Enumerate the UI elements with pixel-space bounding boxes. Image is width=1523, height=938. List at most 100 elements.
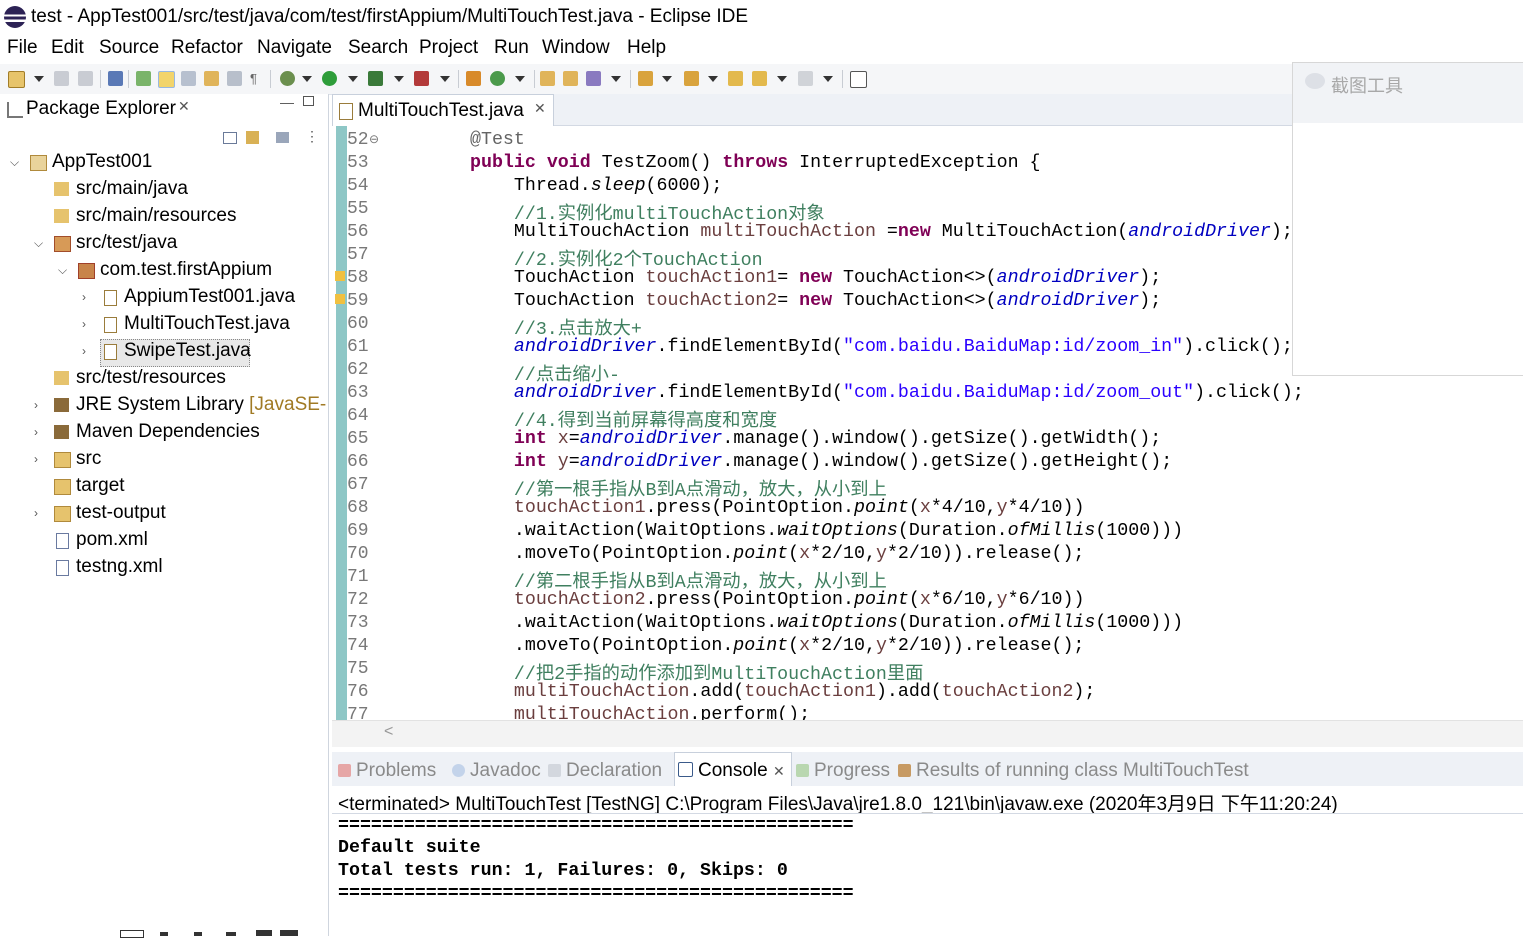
last-edit-location-icon[interactable] [728,71,743,86]
overview-ruler [336,126,347,720]
tree-node-src-main-java[interactable]: src/main/java [0,177,326,203]
new-class-icon[interactable] [490,71,505,86]
word-wrap-icon[interactable] [204,71,219,86]
tab-javadoc[interactable]: Javadoc [452,760,541,782]
new-class-dropdown-icon[interactable] [515,76,525,82]
warning-icon[interactable] [335,271,345,281]
tree-node-testng-xml[interactable]: testng.xml [0,555,326,581]
link-with-editor-icon[interactable] [246,131,259,144]
menu-source[interactable]: Source [99,37,159,59]
run-dropdown-icon[interactable] [348,76,358,82]
block-selection-icon[interactable] [181,71,196,86]
maximize-icon[interactable] [303,96,314,106]
new-icon[interactable] [8,71,25,88]
menu-project[interactable]: Project [419,37,478,59]
tab-problems[interactable]: Problems [338,760,436,782]
menu-refactor[interactable]: Refactor [171,37,243,59]
debug-last-icon[interactable] [108,71,123,86]
back-icon[interactable] [752,71,767,86]
tree-node-appiumtest001[interactable]: › AppiumTest001.java [0,285,326,311]
coverage-dropdown-icon[interactable] [394,76,404,82]
tree-node-multitouchtest[interactable]: › MultiTouchTest.java [0,312,326,338]
line-number: 59 [347,291,369,311]
tab-declaration[interactable]: Declaration [548,760,662,782]
fold-icon[interactable]: ⊖ [369,132,379,146]
tree-node-test-output[interactable]: › test-output [0,501,326,527]
scroll-left-icon[interactable]: < [384,723,393,741]
prev-annotation-dropdown-icon[interactable] [708,76,718,82]
problems-icon [338,764,351,777]
toggle-highlight-icon[interactable] [158,71,175,88]
close-icon[interactable]: ✕ [534,100,546,117]
debug-icon[interactable] [280,71,295,86]
filters-icon[interactable] [276,132,289,143]
menu-edit[interactable]: Edit [51,37,84,59]
view-menu-icon[interactable]: ⋮ [305,128,319,145]
save-icon[interactable] [54,71,69,86]
tree-node-package[interactable]: ⌵ com.test.firstAppium [0,258,326,284]
external-tools-dropdown-icon[interactable] [440,76,450,82]
tree-node-swipetest[interactable]: › SwipeTest.java [0,339,326,367]
forward-icon[interactable] [798,71,813,86]
menu-file[interactable]: File [7,37,38,59]
open-task-icon[interactable] [563,71,578,86]
search-dropdown-icon[interactable] [611,76,621,82]
close-icon[interactable]: ✕ [773,763,785,779]
close-icon[interactable]: ✕ [178,98,190,115]
external-tools-icon[interactable] [414,71,429,86]
menu-run[interactable]: Run [494,37,529,59]
console-line: Total tests run: 1, Failures: 0, Skips: … [338,861,788,881]
coverage-icon[interactable] [368,71,383,86]
line-number: 53 [347,153,369,173]
console-view[interactable]: <terminated> MultiTouchTest [TestNG] C:\… [332,786,1523,936]
mark-occurrences-icon[interactable] [136,71,151,86]
collapse-all-icon[interactable] [223,132,237,144]
run-icon[interactable] [322,71,337,86]
minimize-icon[interactable]: — [280,94,294,110]
pilcrow-icon[interactable]: ¶ [250,71,265,86]
back-dropdown-icon[interactable] [777,76,787,82]
tree-node-project[interactable]: ⌵ AppTest001 [0,150,326,176]
new-dropdown-icon[interactable] [34,76,44,82]
editor-tab-multitouchtest[interactable]: MultiTouchTest.java ✕ [332,94,554,126]
menu-help[interactable]: Help [627,37,666,59]
window-title: test - AppTest001/src/test/java/com/test… [31,6,748,27]
next-annotation-dropdown-icon[interactable] [662,76,672,82]
tree-node-maven-dependencies[interactable]: › Maven Dependencies [0,420,326,446]
tab-console[interactable]: Console ✕ [678,760,785,782]
tree-node-src-main-resources[interactable]: src/main/resources [0,204,326,230]
code-line: touchAction1.press(PointOption.point(x*4… [513,498,1085,518]
pin-editor-icon[interactable] [850,71,867,88]
at-icon [452,764,465,777]
warning-icon[interactable] [335,294,345,304]
tree-node-src-test-java[interactable]: ⌵ src/test/java [0,231,326,257]
search-icon[interactable] [586,71,601,86]
tab-progress[interactable]: Progress [796,760,890,782]
menu-window[interactable]: Window [542,37,610,59]
prev-annotation-icon[interactable] [684,71,699,86]
debug-dropdown-icon[interactable] [302,76,312,82]
new-java-project-icon[interactable] [466,71,481,86]
line-number: 68 [347,498,369,518]
tree-node-src[interactable]: › src [0,447,326,473]
tree-node-jre-library[interactable]: › JRE System Library [JavaSE-1. [0,393,326,419]
tree-node-src-test-resources[interactable]: src/test/resources [0,366,326,392]
line-number: 57 [347,245,369,265]
menu-navigate[interactable]: Navigate [257,37,332,59]
code-line: androidDriver.findElementById("com.baidu… [513,383,1304,403]
next-annotation-icon[interactable] [638,71,653,86]
tree-node-target[interactable]: target [0,474,326,500]
package-icon [78,263,95,279]
open-type-icon[interactable] [540,71,555,86]
code-line: TouchAction touchAction1= new TouchActio… [470,268,1162,288]
show-whitespace-icon[interactable] [227,71,242,86]
line-number: 67 [347,475,369,495]
snipping-tool-window[interactable]: 截图工具 [1292,62,1523,376]
forward-dropdown-icon[interactable] [823,76,833,82]
save-all-icon[interactable] [78,71,93,86]
package-explorer-tab[interactable]: Package Explorer ✕ [0,94,196,126]
horizontal-scrollbar[interactable]: < [332,720,1523,747]
tab-testng-results[interactable]: Results of running class MultiTouchTest [898,760,1249,782]
tree-node-pom-xml[interactable]: pom.xml [0,528,326,554]
menu-search[interactable]: Search [348,37,408,59]
